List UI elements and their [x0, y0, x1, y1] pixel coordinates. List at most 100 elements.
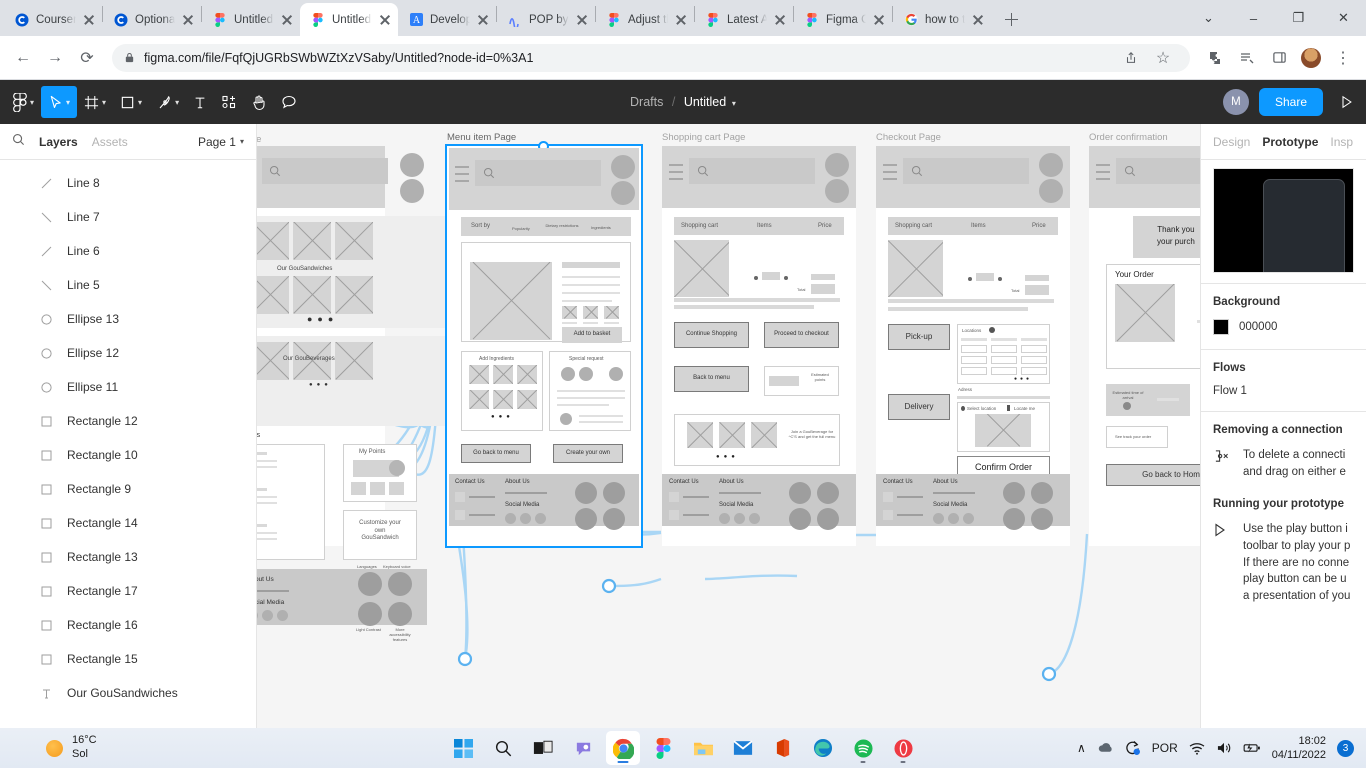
spotify-button[interactable] [846, 731, 880, 765]
tab-latest[interactable]: Latest A [695, 3, 793, 36]
qty-minus[interactable] [968, 277, 972, 281]
profile-avatar[interactable] [1296, 43, 1326, 73]
footer-social[interactable]: Social Media [505, 502, 539, 510]
sort-by-label[interactable]: Sort by [471, 223, 490, 231]
bookmark-icon[interactable]: ☆ [1148, 43, 1178, 73]
layer-item[interactable]: Our GouSandwiches [0, 676, 256, 710]
frame-tool[interactable]: ▾ [77, 86, 113, 118]
layer-item[interactable]: Rectangle 14 [0, 506, 256, 540]
layer-item[interactable]: Rectangle 9 [0, 472, 256, 506]
globe-icon[interactable] [1003, 482, 1025, 504]
volume-icon[interactable] [1216, 741, 1232, 755]
social-icon[interactable] [749, 513, 760, 524]
cart-profile-icon[interactable] [825, 153, 849, 177]
footer-box-icon[interactable] [669, 492, 679, 502]
task-view-button[interactable] [526, 731, 560, 765]
qty-minus[interactable] [754, 276, 758, 280]
frame-label-homepage[interactable]: epage [257, 134, 261, 145]
frame-label-menu-item[interactable]: Menu item Page [447, 132, 516, 143]
loc-cell[interactable] [1021, 367, 1047, 375]
pen-tool[interactable]: ▾ [149, 86, 186, 118]
checkout-burger-line[interactable] [883, 178, 897, 180]
footer-box-icon[interactable] [455, 510, 465, 520]
layer-item[interactable]: Line 6 [0, 234, 256, 268]
onedrive-icon[interactable] [1097, 742, 1114, 754]
ingredient-thumb[interactable] [469, 365, 489, 384]
present-button[interactable] [1333, 86, 1360, 118]
note-button[interactable] [560, 413, 572, 425]
menu-burger-line[interactable] [455, 173, 469, 175]
figma-button[interactable] [646, 731, 680, 765]
loc-cell[interactable] [961, 367, 987, 375]
figma-menu-button[interactable]: ▾ [6, 86, 41, 118]
close-icon[interactable] [476, 13, 490, 27]
tab-develop[interactable]: A Develop [398, 3, 496, 36]
layers-list[interactable]: Line 8 Line 7 Line 6 Line 5 Ellipse 13 E… [0, 160, 256, 768]
background-hex[interactable]: 000000 [1239, 321, 1277, 333]
ingredient-thumb[interactable] [517, 365, 537, 384]
frame-label-order-confirmation[interactable]: Order confirmation [1089, 132, 1168, 143]
homepage-cart-icon[interactable] [400, 179, 424, 203]
eye-icon[interactable] [575, 508, 597, 530]
user-avatar[interactable]: M [1222, 89, 1249, 115]
ingredient-thumb[interactable] [469, 390, 489, 409]
close-icon[interactable] [82, 13, 96, 27]
obs-button[interactable] [609, 367, 623, 381]
hand-tool[interactable] [244, 86, 274, 118]
footer-box-icon[interactable] [883, 492, 893, 502]
opera-button[interactable] [886, 731, 920, 765]
social-icon[interactable] [963, 513, 974, 524]
eye-icon[interactable] [1003, 508, 1025, 530]
maximize-button[interactable]: ❐ [1276, 2, 1321, 35]
page-selector[interactable]: Page 1 ▾ [198, 135, 244, 149]
back-to-menu-button[interactable]: Back to menu [674, 366, 749, 392]
close-icon[interactable] [575, 13, 589, 27]
back-icon[interactable]: ← [8, 43, 38, 73]
social-icon[interactable] [933, 513, 944, 524]
footer-social[interactable]: Social Media [719, 502, 753, 510]
social-icon[interactable] [505, 513, 516, 524]
social-icon[interactable] [948, 513, 959, 524]
minus-button[interactable] [561, 367, 575, 381]
battery-icon[interactable] [1243, 742, 1261, 754]
checkout-cart-icon[interactable] [1039, 179, 1063, 203]
microphone-icon[interactable] [1031, 482, 1053, 504]
new-tab-button[interactable] [997, 5, 1025, 33]
layer-item[interactable]: Rectangle 10 [0, 438, 256, 472]
components-tool[interactable] [214, 86, 244, 118]
tray-overflow-icon[interactable]: ∧ [1077, 741, 1086, 755]
points-input[interactable] [769, 376, 799, 386]
text-tool[interactable] [186, 86, 214, 118]
figma-canvas[interactable]: epage Our GouSandwiches ●●● [257, 124, 1200, 768]
footer-about[interactable]: About Us [719, 479, 744, 487]
points-action[interactable] [370, 482, 385, 495]
footer-box-icon[interactable] [455, 492, 465, 502]
layer-item[interactable]: Rectangle 16 [0, 608, 256, 642]
loc-cell[interactable] [961, 345, 987, 353]
sort-dietary-label[interactable]: Dietary restrictions [545, 223, 579, 228]
option-thumb[interactable] [562, 306, 577, 319]
share-button[interactable]: Share [1258, 88, 1323, 116]
more-icon[interactable] [603, 508, 625, 530]
qty-plus[interactable] [998, 277, 1002, 281]
tab-adjust[interactable]: Adjust th [596, 3, 694, 36]
checkout-profile-icon[interactable] [1039, 153, 1063, 177]
pickup-button[interactable]: Pick-up [888, 324, 950, 350]
color-swatch[interactable] [1213, 319, 1229, 335]
layer-item[interactable]: Line 7 [0, 200, 256, 234]
reload-icon[interactable]: ⟳ [72, 43, 102, 73]
ingredient-thumb[interactable] [493, 390, 513, 409]
globe-icon[interactable] [575, 482, 597, 504]
search-icon[interactable] [12, 133, 25, 151]
layer-item[interactable]: Ellipse 13 [0, 302, 256, 336]
taskbar-clock[interactable]: 18:02 04/11/2022 [1272, 734, 1326, 763]
confirm-burger-line[interactable] [1096, 178, 1110, 180]
social-icon[interactable] [520, 513, 531, 524]
option-thumb[interactable] [604, 306, 619, 319]
menu-profile-icon[interactable] [611, 155, 635, 179]
file-explorer-button[interactable] [686, 731, 720, 765]
eye-icon[interactable] [358, 602, 382, 626]
loc-cell[interactable] [1021, 356, 1047, 364]
ingredient-thumb[interactable] [517, 390, 537, 409]
wifi-icon[interactable] [1189, 742, 1205, 755]
